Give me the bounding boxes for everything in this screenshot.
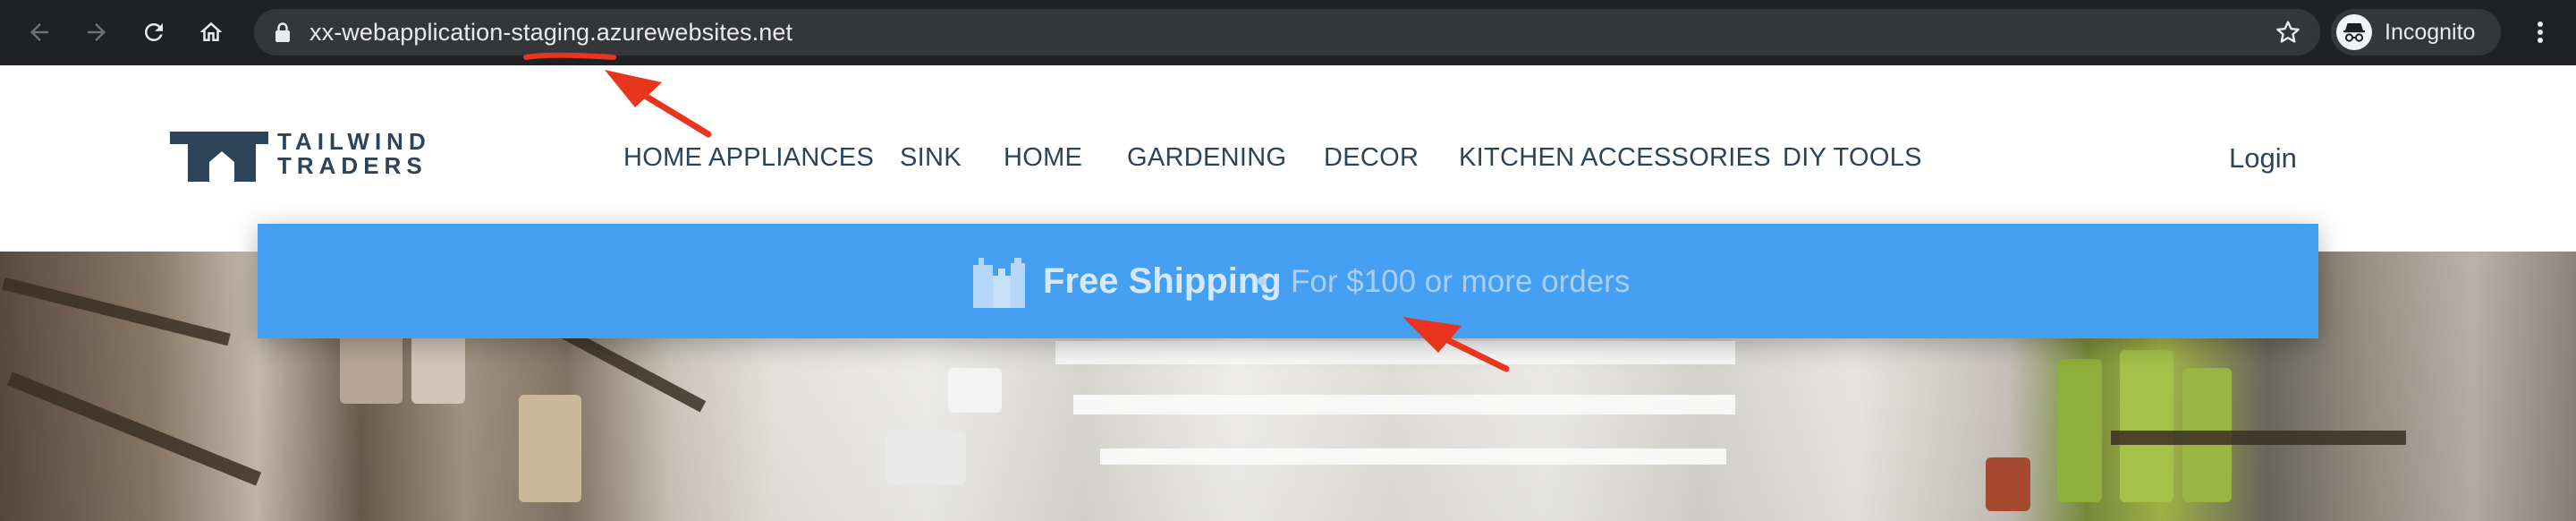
url-text[interactable]: xx-webapplication-staging.azurewebsites.… — [309, 18, 792, 47]
hero-pot — [519, 395, 581, 502]
free-shipping-banner: Free Shipping For $100 or more orders — [258, 224, 2318, 338]
nav-decor[interactable]: DECOR — [1324, 141, 1419, 174]
hero-lamp — [886, 431, 966, 484]
home-icon[interactable] — [195, 16, 227, 48]
free-shipping-subtitle: For $100 or more orders — [1291, 264, 1631, 299]
address-bar[interactable]: xx-webapplication-staging.azurewebsites.… — [254, 9, 2320, 56]
incognito-profile-button[interactable]: Incognito — [2331, 9, 2501, 56]
incognito-icon — [2336, 14, 2372, 50]
incognito-label: Incognito — [2385, 20, 2476, 45]
nav-sink[interactable]: SINK — [900, 141, 962, 174]
banner-separator-dot — [1258, 277, 1267, 286]
star-icon[interactable] — [2274, 18, 2302, 47]
hero-plant-pot — [1986, 457, 2030, 511]
free-shipping-title: Free Shipping — [1043, 261, 1282, 301]
hero-product — [2120, 350, 2174, 502]
hero-shelf — [6, 372, 262, 486]
forward-arrow-icon[interactable] — [80, 16, 113, 48]
nav-home[interactable]: HOME — [1004, 141, 1082, 174]
browser-toolbar: xx-webapplication-staging.azurewebsites.… — [0, 0, 2576, 65]
more-menu-icon[interactable] — [2524, 16, 2556, 48]
logo-house-icon — [170, 132, 268, 182]
tailwind-traders-logo[interactable]: TAILWIND TRADERS — [170, 126, 438, 185]
logo-line-2: TRADERS — [277, 152, 428, 179]
hero-skylight — [1100, 448, 1726, 465]
hero-product — [2057, 359, 2102, 502]
hero-shelf — [2, 277, 231, 346]
nav-gardening[interactable]: GARDENING — [1127, 141, 1286, 174]
lock-icon[interactable] — [274, 21, 292, 43]
back-arrow-icon[interactable] — [23, 16, 55, 48]
hero-lamp — [948, 368, 1002, 413]
login-link[interactable]: Login — [2229, 142, 2297, 175]
shipping-boxes-icon — [973, 258, 1025, 308]
logo-line-1: TAILWIND — [277, 128, 431, 155]
hero-shelf — [2111, 431, 2406, 445]
hero-skylight — [1055, 341, 1735, 364]
nav-kitchen-accessories[interactable]: KITCHEN ACCESSORIES — [1459, 141, 1771, 174]
reload-icon[interactable] — [138, 16, 170, 48]
nav-home-appliances[interactable]: HOME APPLIANCES — [623, 141, 874, 174]
hero-skylight — [1073, 395, 1735, 414]
logo-text: TAILWIND TRADERS — [277, 130, 431, 178]
nav-diy-tools[interactable]: DIY TOOLS — [1783, 141, 1922, 174]
